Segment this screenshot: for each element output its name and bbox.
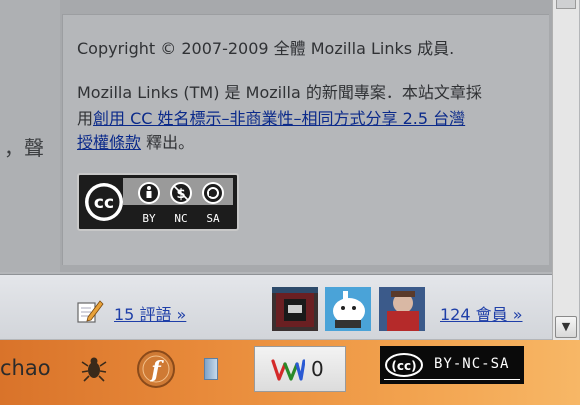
- license-link-cont[interactable]: 授權條款: [77, 133, 141, 152]
- sa-label: SA: [206, 212, 220, 225]
- cc-icon: cc: [85, 183, 123, 221]
- cc-icon: (cc): [385, 353, 423, 377]
- counter-value: 0: [311, 357, 324, 381]
- by-label: BY: [142, 212, 156, 225]
- page-content: ，聲 Copyright © 2007-2009 全體 Mozilla Link…: [0, 0, 552, 272]
- members-link[interactable]: 124 會員 »: [440, 301, 523, 325]
- nc-icon: $: [170, 182, 192, 204]
- bug-icon[interactable]: [80, 354, 108, 382]
- svg-text:(cc): (cc): [391, 359, 416, 373]
- member-avatar[interactable]: [272, 287, 318, 331]
- copyright-text: Copyright © 2007-2009 全體 Mozilla Links 成…: [77, 39, 455, 58]
- nc-label: NC: [174, 212, 187, 225]
- left-text-fragment: ，聲: [4, 136, 44, 160]
- site-footer: Copyright © 2007-2009 全體 Mozilla Links 成…: [62, 14, 549, 265]
- book-icon[interactable]: [204, 358, 218, 380]
- user-name: chao: [0, 356, 51, 380]
- cc-mark: cc: [94, 193, 114, 213]
- counter-widget[interactable]: 0: [254, 346, 346, 392]
- vertical-scrollbar[interactable]: ▼: [552, 0, 579, 340]
- license-link[interactable]: 創用 CC 姓名標示–非商業性–相同方式分享 2.5 台灣: [93, 109, 465, 128]
- member-avatar[interactable]: [379, 287, 425, 331]
- cc-status-label: BY-NC-SA: [434, 356, 510, 372]
- description-line-3: 授權條款 釋出。: [77, 129, 194, 153]
- f-icon[interactable]: f: [136, 348, 176, 390]
- sa-icon: [202, 182, 224, 204]
- pencil-note-icon[interactable]: [76, 297, 104, 325]
- w-counter-icon: [271, 359, 305, 381]
- description-prefix: 用: [77, 109, 94, 128]
- description-suffix: 釋出。: [141, 133, 195, 152]
- member-avatar[interactable]: [325, 287, 371, 331]
- description-line-2: 用創用 CC 姓名標示–非商業性–相同方式分享 2.5 台灣: [77, 105, 465, 129]
- cc-license-badge[interactable]: cc $ BY NC SA: [77, 173, 239, 231]
- scroll-down-button[interactable]: ▼: [555, 316, 577, 338]
- chevron-down-icon: ▼: [561, 320, 571, 333]
- comments-link[interactable]: 15 評語 »: [114, 301, 186, 325]
- cc-status-underline: [384, 379, 520, 380]
- by-icon: [138, 182, 160, 204]
- status-bar: chao f 0 (cc) BY-NC-SA: [0, 340, 580, 405]
- cc-license-status[interactable]: (cc) BY-NC-SA: [380, 346, 524, 384]
- scroll-thumb[interactable]: [556, 0, 576, 9]
- description-text: Mozilla Links (TM) 是 Mozilla 的新聞專案．本站文章採: [77, 83, 482, 102]
- left-column: ，聲: [0, 0, 60, 272]
- post-info-bar: 15 評語 » 124 會員 »: [0, 274, 552, 339]
